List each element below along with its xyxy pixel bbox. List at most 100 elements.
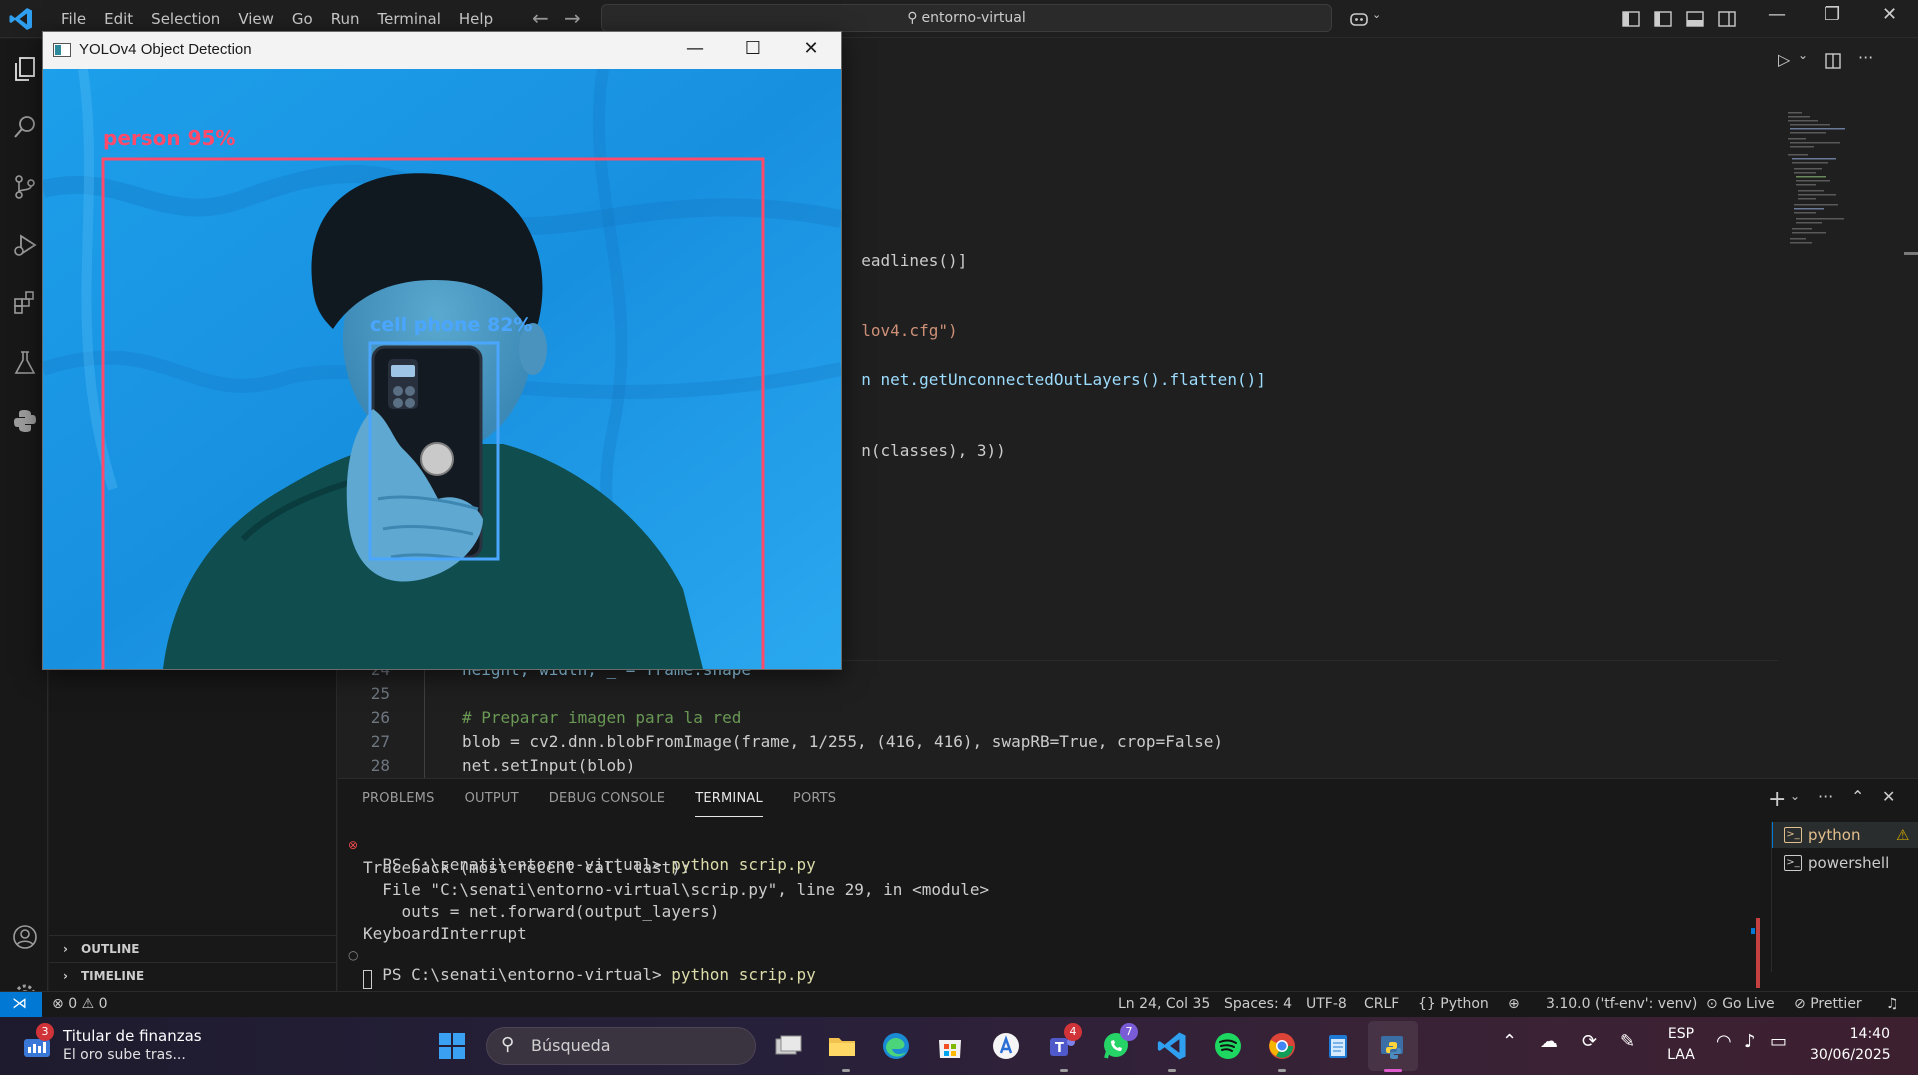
- tab-problems[interactable]: PROBLEMS: [362, 791, 435, 817]
- tab-terminal[interactable]: TERMINAL: [695, 791, 763, 817]
- wifi-icon[interactable]: ◠: [1716, 1031, 1732, 1052]
- new-terminal-icon[interactable]: +: [1768, 787, 1786, 812]
- split-editor-icon[interactable]: [1824, 52, 1842, 70]
- python-interpreter[interactable]: 3.10.0 ('tf-env': venv): [1546, 996, 1697, 1012]
- news-title: Titular de finanzas: [63, 1027, 202, 1045]
- tab-ports[interactable]: PORTS: [793, 791, 836, 817]
- toggle-panel-icon[interactable]: [1684, 8, 1706, 30]
- language-mode[interactable]: {} Python: [1418, 996, 1489, 1012]
- python-app-icon[interactable]: [1377, 1030, 1409, 1062]
- terminal-item-powershell[interactable]: >_ powershell: [1784, 851, 1914, 875]
- clock-date[interactable]: 30/06/2025: [1810, 1047, 1891, 1063]
- vscode-taskbar-icon[interactable]: [1156, 1030, 1188, 1062]
- menu-terminal[interactable]: Terminal: [369, 10, 450, 28]
- run-chevron-down-icon[interactable]: ⌄: [1798, 48, 1808, 62]
- search-placeholder: Búsqueda: [531, 1036, 611, 1055]
- forward-arrow-icon[interactable]: →: [564, 6, 581, 30]
- minimize-icon[interactable]: —: [683, 38, 707, 59]
- accounts-icon[interactable]: [11, 923, 39, 951]
- run-python-file-icon[interactable]: ▷: [1778, 50, 1790, 69]
- close-icon[interactable]: ✕: [799, 38, 823, 59]
- more-actions-icon[interactable]: ···: [1858, 48, 1873, 67]
- problems-status[interactable]: ⊗ 0 ⚠ 0: [52, 996, 108, 1012]
- outline-section[interactable]: › OUTLINE: [49, 935, 337, 961]
- restore-icon[interactable]: ❐: [1824, 4, 1840, 25]
- overview-ruler-marker: [1904, 252, 1918, 255]
- terminal-scrollbar-error-marker: [1756, 918, 1760, 988]
- copilot-status-icon[interactable]: ⊕: [1508, 996, 1520, 1012]
- notifications-bell-icon[interactable]: ♫: [1886, 996, 1899, 1012]
- copilot-chevron-down-icon[interactable]: ⌄: [1372, 8, 1381, 21]
- minimize-icon[interactable]: —: [1768, 4, 1786, 25]
- cursor-position[interactable]: Ln 24, Col 35: [1118, 996, 1210, 1012]
- keyboard-layout[interactable]: LAA: [1664, 1047, 1698, 1063]
- minimap[interactable]: [1786, 110, 1876, 270]
- sync-icon[interactable]: ⟳: [1582, 1031, 1597, 1052]
- svg-text:T: T: [1055, 1041, 1064, 1056]
- end-of-line[interactable]: CRLF: [1364, 996, 1399, 1012]
- close-icon[interactable]: ✕: [1882, 4, 1897, 25]
- indentation[interactable]: Spaces: 4: [1224, 996, 1292, 1012]
- menu-run[interactable]: Run: [322, 10, 369, 28]
- go-live-button[interactable]: ⊙ Go Live: [1706, 996, 1775, 1012]
- menu-view[interactable]: View: [229, 10, 283, 28]
- maximize-icon[interactable]: ☐: [741, 38, 765, 59]
- testing-icon[interactable]: [11, 349, 39, 377]
- code-fragment: lov4.cfg"): [842, 302, 957, 340]
- yolo-title-bar[interactable]: YOLOv4 Object Detection — ☐ ✕: [43, 32, 841, 69]
- input-language[interactable]: ESP: [1664, 1026, 1698, 1042]
- tab-debug-console[interactable]: DEBUG CONSOLE: [549, 791, 665, 817]
- explorer-icon[interactable]: [11, 55, 39, 83]
- more-actions-icon[interactable]: ···: [1818, 787, 1833, 806]
- python-icon[interactable]: [11, 407, 39, 435]
- app-store-icon[interactable]: [990, 1030, 1022, 1062]
- search-icon[interactable]: [11, 113, 39, 141]
- maximize-panel-icon[interactable]: ⌃: [1851, 787, 1864, 806]
- source-control-icon[interactable]: [11, 173, 39, 201]
- broadcast-icon: ⊙: [1706, 996, 1718, 1012]
- menu-help[interactable]: Help: [450, 10, 502, 28]
- timeline-section[interactable]: › TIMELINE: [49, 962, 337, 988]
- edge-browser-icon[interactable]: [880, 1030, 912, 1062]
- menu-edit[interactable]: Edit: [95, 10, 142, 28]
- terminal-chevron-down-icon[interactable]: ⌄: [1790, 789, 1800, 803]
- battery-icon[interactable]: ▭: [1770, 1031, 1787, 1052]
- pen-tray-icon[interactable]: ✎: [1620, 1031, 1635, 1052]
- menu-file[interactable]: File: [52, 10, 95, 28]
- line-number: 28: [370, 756, 390, 775]
- extensions-icon[interactable]: [11, 289, 39, 317]
- command-running-icon[interactable]: ○: [348, 948, 358, 962]
- clock-time[interactable]: 14:40: [1810, 1026, 1890, 1042]
- onedrive-icon[interactable]: ☁: [1540, 1031, 1558, 1052]
- close-panel-icon[interactable]: ✕: [1882, 787, 1895, 806]
- volume-icon[interactable]: ♪: [1744, 1031, 1756, 1052]
- person-detection-label: person 95%: [103, 126, 235, 150]
- menu-selection[interactable]: Selection: [142, 10, 229, 28]
- prettier-status[interactable]: ⊘ Prettier: [1794, 996, 1862, 1012]
- task-view-icon[interactable]: [772, 1030, 804, 1062]
- spotify-icon[interactable]: [1212, 1030, 1244, 1062]
- command-center[interactable]: ⚲ entorno-virtual: [601, 4, 1332, 32]
- file-explorer-icon[interactable]: [826, 1030, 858, 1062]
- terminal-cursor: [363, 970, 372, 989]
- notepad-icon[interactable]: [1322, 1030, 1354, 1062]
- menu-go[interactable]: Go: [283, 10, 322, 28]
- back-arrow-icon[interactable]: ←: [532, 6, 549, 30]
- terminal-item-python[interactable]: >_ python ⚠: [1784, 823, 1914, 847]
- command-failed-icon[interactable]: ⊗: [348, 838, 358, 852]
- taskbar-search-box[interactable]: ⚲ Búsqueda: [486, 1027, 756, 1065]
- remote-indicator[interactable]: ⋊: [0, 992, 42, 1018]
- toggle-primary-sidebar-icon[interactable]: [1652, 8, 1674, 30]
- app-window-icon: [53, 43, 71, 57]
- customize-layout-icon[interactable]: [1620, 8, 1642, 30]
- windows-start-icon[interactable]: [436, 1030, 468, 1062]
- run-debug-icon[interactable]: [11, 231, 39, 259]
- copilot-icon[interactable]: [1348, 8, 1370, 30]
- yolo-detection-window[interactable]: YOLOv4 Object Detection — ☐ ✕ person 95%…: [42, 31, 842, 670]
- chrome-icon[interactable]: [1266, 1030, 1298, 1062]
- encoding[interactable]: UTF-8: [1306, 996, 1347, 1012]
- toggle-secondary-sidebar-icon[interactable]: [1716, 8, 1738, 30]
- tab-output[interactable]: OUTPUT: [465, 791, 519, 817]
- microsoft-store-icon[interactable]: [934, 1030, 966, 1062]
- tray-chevron-up-icon[interactable]: ⌃: [1502, 1031, 1517, 1052]
